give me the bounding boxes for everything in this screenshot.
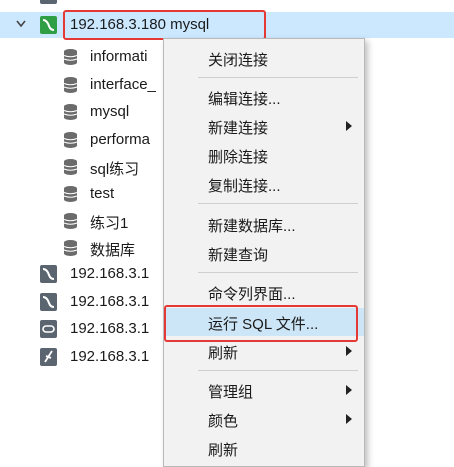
menu-separator xyxy=(198,272,358,273)
menu-item-label: 管理组 xyxy=(208,384,254,401)
menu-item-label: 命令列界面... xyxy=(208,286,296,303)
submenu-arrow-icon xyxy=(346,414,352,424)
menu-item-label: 颜色 xyxy=(208,413,239,430)
sqlite-connection-icon xyxy=(40,348,57,366)
connection-label: 192.168.3.1 xyxy=(70,293,150,310)
mysql-connection-icon xyxy=(40,265,57,283)
menu-item-label: 运行 SQL 文件... xyxy=(208,316,319,333)
context-menu: 关闭连接 编辑连接... 新建连接 删除连接 复制连接... 新建数据库... … xyxy=(163,38,365,467)
tree-row-connection[interactable]: 192.168.3.180 mysql xyxy=(0,12,454,38)
database-icon xyxy=(62,103,79,121)
menu-item-delete-connection[interactable]: 删除连接 xyxy=(164,141,364,169)
menu-separator xyxy=(198,77,358,78)
database-icon xyxy=(62,185,79,203)
menu-item-new-connection[interactable]: 新建连接 xyxy=(164,112,364,140)
database-label: 练习1 xyxy=(90,215,129,232)
chevron-down-icon[interactable] xyxy=(16,20,26,28)
tree-row-clipped xyxy=(0,0,454,8)
submenu-arrow-icon xyxy=(346,385,352,395)
menu-item-edit-connection[interactable]: 编辑连接... xyxy=(164,83,364,111)
connection-label: 192.168.3.1 xyxy=(70,348,150,365)
menu-item-label: 新建数据库... xyxy=(208,218,296,235)
menu-item-label: 编辑连接... xyxy=(208,91,281,108)
menu-item-close-connection[interactable]: 关闭连接 xyxy=(164,44,364,72)
menu-item-label: 刷新 xyxy=(208,345,239,362)
submenu-arrow-icon xyxy=(346,121,352,131)
menu-item-refresh[interactable]: 刷新 xyxy=(164,434,364,462)
database-label: mysql xyxy=(90,103,130,120)
menu-item-label: 新建查询 xyxy=(208,247,269,264)
menu-item-label: 删除连接 xyxy=(208,149,269,166)
database-icon xyxy=(62,76,79,94)
connection-icon xyxy=(40,0,57,4)
mysql-connection-icon xyxy=(40,16,57,34)
menu-item-refresh-submenu[interactable]: 刷新 xyxy=(164,337,364,365)
menu-item-new-query[interactable]: 新建查询 xyxy=(164,239,364,267)
menu-separator xyxy=(198,370,358,371)
connection-label: 192.168.3.1 xyxy=(70,320,150,337)
database-label: performa xyxy=(90,131,151,148)
database-label: 数据库 xyxy=(90,242,136,259)
database-icon xyxy=(62,48,79,66)
menu-item-manage-group[interactable]: 管理组 xyxy=(164,376,364,404)
database-icon xyxy=(62,131,79,149)
mysql-connection-icon xyxy=(40,293,57,311)
database-label: test xyxy=(90,185,115,202)
submenu-arrow-icon xyxy=(346,346,352,356)
menu-item-color[interactable]: 颜色 xyxy=(164,405,364,433)
menu-item-command-line[interactable]: 命令列界面... xyxy=(164,278,364,306)
database-label: interface_ xyxy=(90,76,156,93)
menu-item-label: 复制连接... xyxy=(208,178,281,195)
database-icon xyxy=(62,158,79,176)
menu-item-copy-connection[interactable]: 复制连接... xyxy=(164,170,364,198)
database-label: informati xyxy=(90,48,148,65)
menu-separator xyxy=(198,203,358,204)
database-label: sql练习 xyxy=(90,161,140,178)
menu-item-run-sql-file[interactable]: 运行 SQL 文件... xyxy=(164,308,364,336)
database-icon xyxy=(62,239,79,257)
menu-item-label: 关闭连接 xyxy=(208,52,269,69)
connection-label: 192.168.3.180 mysql xyxy=(70,16,210,33)
database-icon xyxy=(62,212,79,230)
connection-label: 192.168.3.1 xyxy=(70,265,150,282)
menu-item-label: 新建连接 xyxy=(208,120,269,137)
menu-item-new-database[interactable]: 新建数据库... xyxy=(164,210,364,238)
menu-item-label: 刷新 xyxy=(208,442,239,459)
server-connection-icon xyxy=(40,320,57,338)
